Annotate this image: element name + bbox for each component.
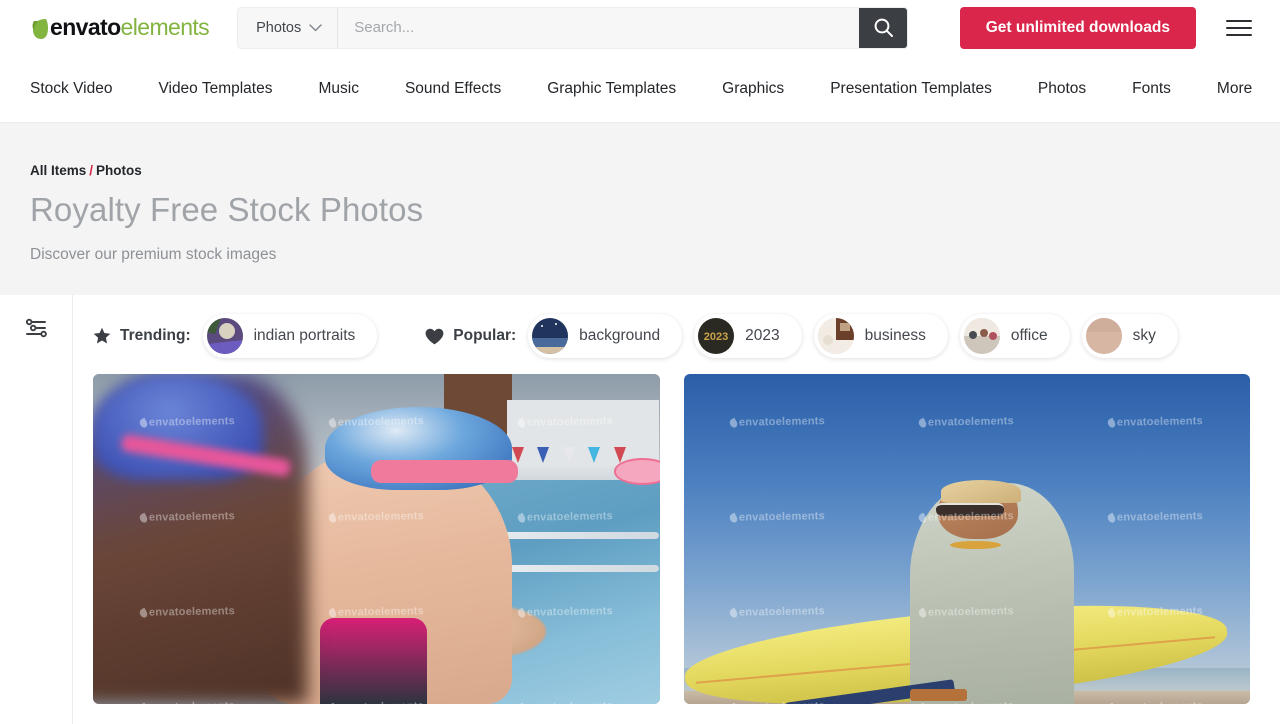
search-icon	[874, 18, 893, 37]
logo-wordmark: envatoelements	[50, 14, 210, 40]
nav-item-graphic-templates[interactable]: Graphic Templates	[547, 80, 676, 98]
results-grid: envatoelements envatoelements envatoelemen…	[93, 374, 1250, 704]
trending-label-group: Trending:	[93, 327, 191, 345]
background-thumb	[532, 318, 569, 354]
hamburger-line	[1226, 26, 1252, 29]
nav-item-video-templates[interactable]: Video Templates	[158, 80, 272, 98]
page-subtitle: Discover our premium stock images	[30, 245, 277, 263]
search-category-label: Photos	[256, 19, 302, 36]
breadcrumb-photos[interactable]: Photos	[96, 163, 142, 178]
nav-item-sound-effects[interactable]: Sound Effects	[405, 80, 501, 98]
filters-toggle-button[interactable]	[19, 311, 53, 345]
star-icon	[93, 327, 111, 344]
handlebar-grip	[910, 689, 967, 701]
pill-label: background	[579, 327, 661, 344]
trending-label: Trending:	[120, 327, 191, 344]
photo-swimming-pool	[93, 374, 660, 704]
search-category-dropdown[interactable]: Photos	[238, 7, 339, 48]
envato-elements-logo[interactable]: envatoelements	[30, 14, 210, 41]
hamburger-line	[1226, 19, 1252, 22]
result-card-surfer[interactable]: envatoelements envatoelements envatoelemen…	[683, 374, 1250, 704]
nav-item-graphics[interactable]: Graphics	[722, 80, 784, 98]
popular-label-group: Popular:	[425, 327, 516, 345]
pink-swimsuit	[319, 618, 428, 704]
hero-section: All Items / Photos Royalty Free Stock Phot…	[0, 123, 1280, 295]
hamburger-menu-icon[interactable]	[1226, 15, 1252, 41]
search-input[interactable]	[338, 7, 860, 48]
indian-portraits-thumb	[206, 318, 243, 354]
breadcrumb: All Items / Photos	[30, 163, 1250, 178]
pill-label: 2023	[745, 327, 780, 344]
breadcrumb-separator: /	[89, 163, 94, 178]
hamburger-line	[1226, 33, 1252, 36]
pill-sky[interactable]: sky	[1081, 314, 1178, 358]
pill-2023[interactable]: 2023 2023	[694, 314, 802, 358]
page-title: Royalty Free Stock Photos	[30, 191, 424, 228]
nav-item-more[interactable]: More	[1217, 80, 1252, 98]
result-card-swimming-pool[interactable]: envatoelements envatoelements envatoelemen…	[93, 374, 660, 704]
nav-item-presentation-templates[interactable]: Presentation Templates	[830, 80, 992, 98]
top-bar: envatoelements Photos Get unlimited down…	[0, 0, 1280, 55]
pill-business[interactable]: business	[813, 314, 948, 358]
search-submit-button[interactable]	[859, 7, 908, 48]
svg-text:2023: 2023	[704, 331, 728, 343]
pill-label: sky	[1132, 327, 1156, 344]
body-split: Trending: indian portraits Popular: back…	[0, 295, 1280, 724]
pill-indian-portraits[interactable]: indian portraits	[202, 314, 378, 358]
pink-goggles-strap	[370, 459, 518, 483]
pill-office[interactable]: office	[959, 314, 1070, 358]
main-navigation: Stock Video Video Templates Music Sound …	[0, 55, 1280, 123]
keyword-pills-row: Trending: indian portraits Popular: back…	[93, 308, 1250, 364]
results-content: Trending: indian portraits Popular: back…	[73, 295, 1280, 724]
search-bar: Photos	[237, 6, 909, 49]
nav-item-stock-video[interactable]: Stock Video	[30, 80, 112, 98]
get-unlimited-downloads-button[interactable]: Get unlimited downloads	[959, 6, 1196, 49]
breadcrumb-all-items[interactable]: All Items	[30, 163, 86, 178]
sky-thumb	[1085, 318, 1122, 354]
nav-item-music[interactable]: Music	[318, 80, 358, 98]
popular-label: Popular:	[453, 327, 517, 344]
goggle-lens	[614, 458, 660, 485]
logo-word-elements: elements	[120, 14, 210, 40]
pill-label: office	[1010, 327, 1048, 344]
photo-surfer-beach	[683, 374, 1250, 704]
pill-label: indian portraits	[253, 327, 356, 344]
logo-word-envato: envato	[50, 14, 121, 40]
heart-icon	[425, 328, 444, 344]
surfer-hair	[941, 479, 1021, 503]
business-thumb	[817, 318, 854, 354]
sunglasses-icon	[935, 502, 1004, 516]
pill-background[interactable]: background	[528, 314, 683, 358]
nav-item-photos[interactable]: Photos	[1038, 80, 1086, 98]
office-thumb	[963, 318, 1000, 354]
necklace	[949, 540, 1001, 549]
nav-item-fonts[interactable]: Fonts	[1132, 80, 1171, 98]
filters-sliders-icon	[25, 318, 47, 338]
chevron-down-icon	[309, 23, 322, 31]
leaf-icon	[32, 18, 48, 39]
2023-thumb: 2023	[698, 318, 735, 354]
pill-label: business	[864, 327, 926, 344]
filter-rail	[0, 295, 73, 724]
